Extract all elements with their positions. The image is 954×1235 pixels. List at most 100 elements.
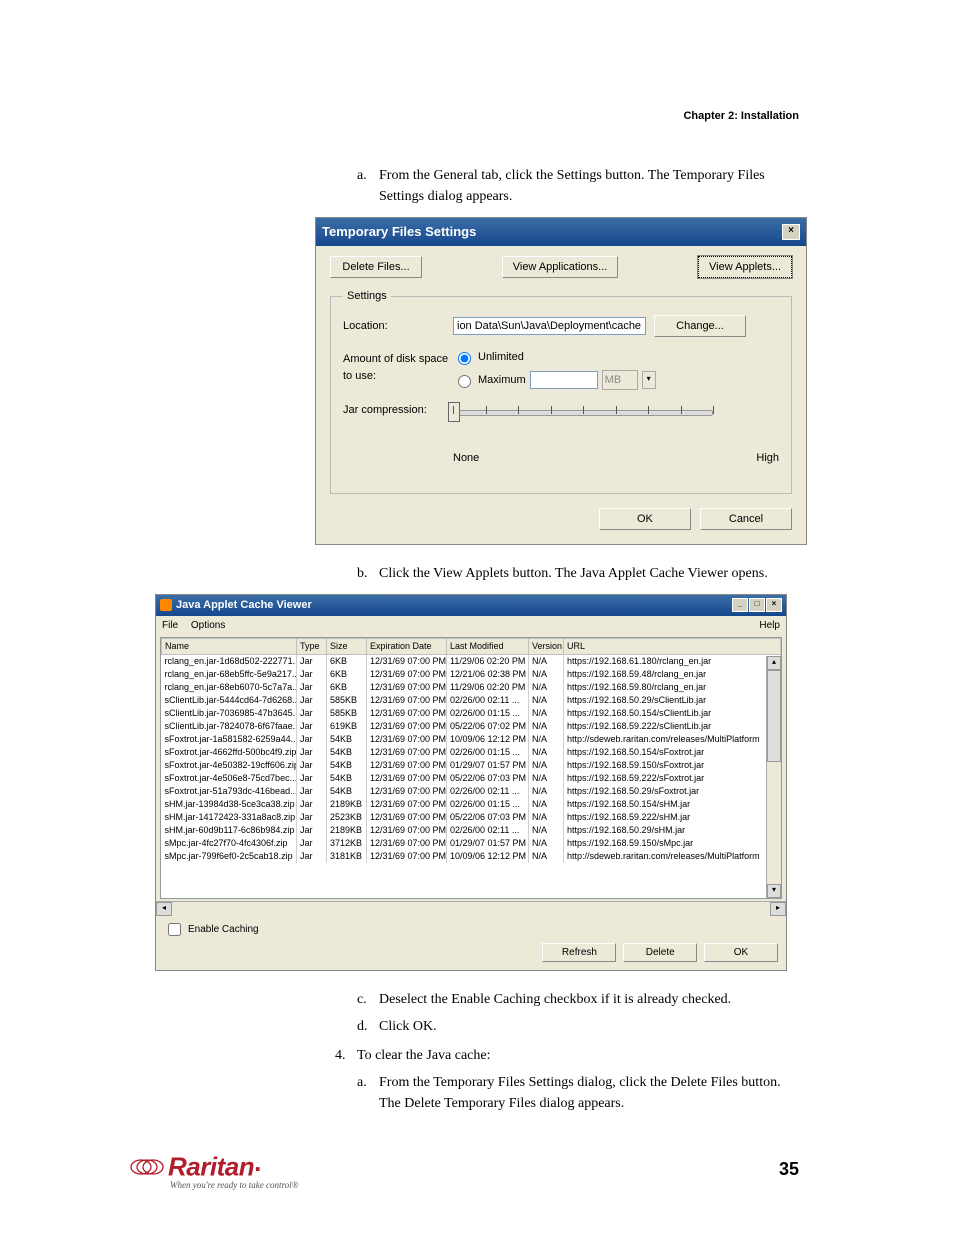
cell-url: https://192.168.59.48/rclang_en.jar (564, 668, 781, 681)
cell-name: sClientLib.jar-7036985-47b3645... (162, 707, 297, 720)
cell-exp: 12/31/69 07:00 PM (367, 837, 447, 850)
view-applications-button[interactable]: View Applications... (502, 256, 619, 279)
cell-url: https://192.168.59.222/sFoxtrot.jar (564, 772, 781, 785)
menu-file[interactable]: File (162, 620, 178, 631)
maximize-icon[interactable]: □ (749, 598, 765, 612)
step-4-text: To clear the Java cache: (357, 1045, 491, 1066)
footer-logo: Raritan. When you're ready to take contr… (130, 1147, 298, 1190)
cell-size: 6KB (327, 655, 367, 669)
cell-type: Jar (297, 772, 327, 785)
cell-size: 585KB (327, 707, 367, 720)
table-row[interactable]: sHM.jar-14172423-331a8ac8.zipJar2523KB12… (162, 811, 781, 824)
cell-exp: 12/31/69 07:00 PM (367, 694, 447, 707)
cache-title: Java Applet Cache Viewer (176, 599, 312, 611)
col-type[interactable]: Type (297, 638, 327, 655)
col-version[interactable]: Version (529, 638, 564, 655)
scroll-up-icon[interactable]: ▴ (767, 656, 781, 670)
table-row[interactable]: sHM.jar-13984d38-5ce3ca38.zipJar2189KB12… (162, 798, 781, 811)
step-4a: a. From the Temporary Files Settings dia… (357, 1072, 799, 1114)
cell-url: https://192.168.50.154/sFoxtrot.jar (564, 746, 781, 759)
close-icon[interactable]: × (766, 598, 782, 612)
cell-size: 54KB (327, 759, 367, 772)
settings-legend: Settings (343, 288, 391, 305)
table-row[interactable]: sClientLib.jar-7824078-6f67faae...Jar619… (162, 720, 781, 733)
cell-type: Jar (297, 655, 327, 669)
marker-d: d. (357, 1016, 379, 1037)
scroll-down-icon[interactable]: ▾ (767, 884, 781, 898)
ok-button[interactable]: OK (599, 508, 691, 531)
view-applets-button[interactable]: View Applets... (698, 256, 792, 279)
delete-button[interactable]: Delete (623, 943, 697, 962)
cancel-button[interactable]: Cancel (700, 508, 792, 531)
col-modified[interactable]: Last Modified (447, 638, 529, 655)
cell-exp: 12/31/69 07:00 PM (367, 733, 447, 746)
step-c: c. Deselect the Enable Caching checkbox … (357, 989, 799, 1010)
marker-4: 4. (335, 1045, 357, 1066)
cell-name: sHM.jar-60d9b117-6c86b984.zip (162, 824, 297, 837)
menu-help[interactable]: Help (759, 618, 780, 633)
refresh-button[interactable]: Refresh (542, 943, 616, 962)
cell-type: Jar (297, 733, 327, 746)
step-a-text: From the General tab, click the Settings… (379, 165, 799, 207)
vertical-scrollbar[interactable]: ▴ ▾ (766, 656, 781, 898)
cell-exp: 12/31/69 07:00 PM (367, 759, 447, 772)
table-row[interactable]: rclang_en.jar-68eb6070-5c7a7a...Jar6KB12… (162, 681, 781, 694)
table-row[interactable]: sMpc.jar-4fc27f70-4fc4306f.zipJar3712KB1… (162, 837, 781, 850)
scroll-left-icon[interactable]: ◂ (156, 902, 172, 916)
table-row[interactable]: sFoxtrot.jar-1a581582-6259a44...Jar54KB1… (162, 733, 781, 746)
col-url[interactable]: URL (564, 638, 781, 655)
table-row[interactable]: rclang_en.jar-68eb5ffc-5e9a217...Jar6KB1… (162, 668, 781, 681)
table-row[interactable]: sFoxtrot.jar-4e506e8-75cd7bec...Jar54KB1… (162, 772, 781, 785)
enable-caching-checkbox[interactable] (168, 923, 181, 936)
cell-size: 6KB (327, 668, 367, 681)
table-row[interactable]: sFoxtrot.jar-51a793dc-416bead...Jar54KB1… (162, 785, 781, 798)
cache-table[interactable]: Name Type Size Expiration Date Last Modi… (161, 638, 781, 864)
cell-mod: 02/26/00 01:15 ... (447, 707, 529, 720)
table-row[interactable]: sClientLib.jar-7036985-47b3645...Jar585K… (162, 707, 781, 720)
location-input[interactable] (453, 317, 646, 335)
table-row[interactable]: sHM.jar-60d9b117-6c86b984.zipJar2189KB12… (162, 824, 781, 837)
cell-mod: 12/21/06 02:38 PM (447, 668, 529, 681)
settings-fieldset: Settings Location: Change... Amount of d… (330, 288, 792, 494)
minimize-icon[interactable]: _ (732, 598, 748, 612)
brand-dot: . (254, 1147, 261, 1177)
raritan-logo-icon (130, 1156, 164, 1178)
table-row[interactable]: sFoxtrot.jar-4662ffd-500bc4f9.zipJar54KB… (162, 746, 781, 759)
table-row[interactable]: sMpc.jar-799f6ef0-2c5cab18.zipJar3181KB1… (162, 850, 781, 863)
temp-files-settings-dialog: Temporary Files Settings × Delete Files.… (315, 217, 807, 545)
cell-name: sClientLib.jar-5444cd64-7d6268... (162, 694, 297, 707)
table-row[interactable]: sFoxtrot.jar-4e50382-19cff606.zipJar54KB… (162, 759, 781, 772)
java-icon (160, 599, 172, 611)
col-expiration[interactable]: Expiration Date (367, 638, 447, 655)
close-icon[interactable]: × (782, 224, 800, 240)
cell-type: Jar (297, 668, 327, 681)
horizontal-scrollbar[interactable]: ◂ ▸ (156, 901, 786, 916)
dialog-title: Temporary Files Settings (322, 222, 476, 242)
marker-b: b. (357, 563, 379, 584)
scroll-right-icon[interactable]: ▸ (770, 902, 786, 916)
col-name[interactable]: Name (162, 638, 297, 655)
slider-none-label: None (453, 450, 479, 467)
mb-label: MB (602, 370, 638, 391)
table-row[interactable]: rclang_en.jar-1d68d502-222771...Jar6KB12… (162, 655, 781, 669)
col-size[interactable]: Size (327, 638, 367, 655)
unlimited-radio[interactable] (458, 352, 471, 365)
maximum-radio[interactable] (458, 375, 471, 388)
delete-files-button[interactable]: Delete Files... (330, 256, 422, 279)
cell-ver: N/A (529, 707, 564, 720)
change-button[interactable]: Change... (654, 315, 746, 338)
cell-size: 54KB (327, 772, 367, 785)
table-row[interactable]: sClientLib.jar-5444cd64-7d6268...Jar585K… (162, 694, 781, 707)
cell-exp: 12/31/69 07:00 PM (367, 811, 447, 824)
cell-url: https://192.168.59.80/rclang_en.jar (564, 681, 781, 694)
cell-size: 2189KB (327, 824, 367, 837)
cell-exp: 12/31/69 07:00 PM (367, 785, 447, 798)
cell-name: rclang_en.jar-1d68d502-222771... (162, 655, 297, 669)
cache-ok-button[interactable]: OK (704, 943, 778, 962)
cell-mod: 02/26/00 02:11 ... (447, 785, 529, 798)
menu-options[interactable]: Options (191, 620, 225, 631)
compression-slider[interactable] (453, 402, 713, 432)
dropdown-icon: ▾ (642, 371, 656, 389)
cell-type: Jar (297, 824, 327, 837)
cell-type: Jar (297, 720, 327, 733)
